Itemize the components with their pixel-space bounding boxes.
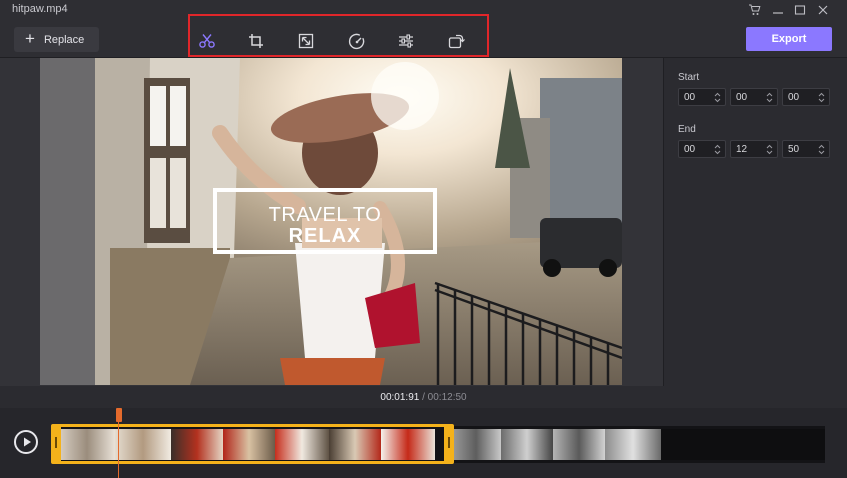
start-label: Start (678, 72, 700, 83)
stepper-arrows-icon (714, 92, 721, 103)
title-overlay[interactable]: TRAVEL TO RELAX (213, 188, 437, 254)
cut-tool[interactable] (195, 31, 219, 51)
window-title: hitpaw.mp4 (12, 3, 68, 15)
time-readout-bar: 00:01:91 / 00:12:50 (0, 386, 847, 408)
timeline (0, 408, 847, 478)
stepper-arrows-icon (818, 92, 825, 103)
stepper-value: 00 (684, 92, 696, 103)
time-separator: / (419, 392, 428, 403)
end-label: End (678, 124, 696, 135)
scissors-icon (199, 34, 215, 48)
speed-icon (348, 33, 365, 50)
trim-selection[interactable] (51, 424, 454, 464)
end-minutes-stepper[interactable]: 12 (730, 140, 778, 158)
play-button[interactable] (14, 430, 38, 454)
time-readout: 00:01:91 / 00:12:50 (0, 392, 847, 403)
end-seconds-stepper[interactable]: 50 (782, 140, 830, 158)
speed-tool[interactable] (345, 31, 369, 51)
frame-thumbnail (553, 429, 605, 460)
stepper-value: 00 (788, 92, 800, 103)
stepper-arrows-icon (714, 144, 721, 155)
frame-thumbnail (717, 429, 773, 460)
stepper-value: 00 (684, 144, 696, 155)
cart-icon[interactable] (745, 2, 763, 18)
stepper-arrows-icon (766, 144, 773, 155)
playhead-line (118, 420, 119, 478)
frame-thumbnail (605, 429, 661, 460)
frame-thumbnail (451, 429, 501, 460)
total-time: 00:12:50 (427, 392, 467, 403)
stepper-arrows-icon (818, 144, 825, 155)
trim-end-handle[interactable] (444, 424, 454, 464)
frame-thumbnail (501, 429, 553, 460)
stepper-arrows-icon (766, 92, 773, 103)
end-hours-stepper[interactable]: 00 (678, 140, 726, 158)
minimize-icon[interactable] (769, 2, 787, 18)
adjust-tool[interactable] (394, 31, 418, 51)
start-hours-stepper[interactable]: 00 (678, 88, 726, 106)
play-icon (24, 437, 31, 447)
video-preview[interactable]: TRAVEL TO RELAX (40, 58, 622, 385)
stepper-value: 00 (736, 92, 748, 103)
export-button[interactable]: Export (746, 27, 832, 51)
close-icon[interactable] (814, 2, 832, 18)
start-minutes-stepper[interactable]: 00 (730, 88, 778, 106)
replace-label: Replace (43, 33, 85, 46)
plus-icon: + (25, 29, 35, 48)
resize-tool[interactable] (294, 31, 318, 51)
stepper-value: 12 (736, 144, 748, 155)
stepper-value: 50 (788, 144, 800, 155)
start-seconds-stepper[interactable]: 00 (782, 88, 830, 106)
frame-thumbnail (773, 429, 825, 460)
trim-start-handle[interactable] (51, 424, 61, 464)
rotate-tool[interactable] (444, 31, 468, 51)
current-time: 00:01:91 (380, 392, 420, 403)
replace-button[interactable]: + Replace (14, 27, 99, 52)
trim-panel: Start 00 00 00 End 00 12 50 (663, 58, 847, 386)
toolbar: + Replace Export (0, 14, 847, 58)
crop-tool[interactable] (244, 31, 268, 51)
rotate-icon (448, 34, 465, 49)
frame-thumbnail (661, 429, 717, 460)
resize-icon (298, 33, 314, 49)
sliders-icon (399, 34, 413, 48)
playhead-handle[interactable] (116, 408, 122, 422)
overlay-line-2: RELAX (288, 225, 362, 247)
maximize-icon[interactable] (791, 2, 809, 18)
crop-icon (249, 34, 263, 48)
preview-area: TRAVEL TO RELAX (0, 58, 663, 386)
overlay-line-1: TRAVEL TO (268, 204, 382, 226)
